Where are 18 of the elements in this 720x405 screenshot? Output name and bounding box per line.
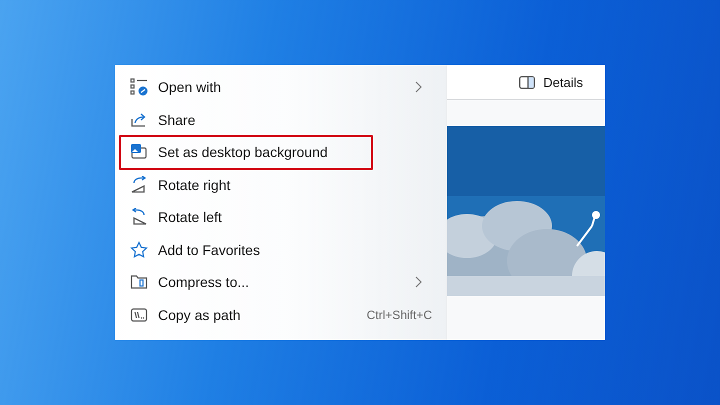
rotate-right-icon: [130, 176, 148, 194]
menu-item[interactable]: Compress to...: [115, 266, 446, 298]
menu-item[interactable]: Rotate right: [115, 168, 446, 201]
details-label: Details: [543, 74, 583, 90]
zip-folder-icon: [130, 273, 148, 292]
menu-item[interactable]: Open with: [115, 71, 446, 104]
copy-path-icon: [130, 306, 148, 324]
menu-item[interactable]: Copy as path Ctrl+Shift+C: [115, 298, 446, 331]
share-icon: [130, 110, 148, 129]
desktop-background-icon: [130, 143, 148, 162]
open-with-icon: [130, 78, 148, 96]
menu-item[interactable]: Add to Favorites: [115, 234, 446, 266]
menu-item[interactable]: Set as desktop background: [115, 136, 446, 168]
rotate-left-icon: [130, 208, 148, 226]
details-pane-icon: [519, 76, 536, 88]
menu-item[interactable]: Rotate left: [115, 201, 446, 234]
menu-item[interactable]: Share: [115, 104, 446, 136]
star-icon: [130, 240, 148, 259]
